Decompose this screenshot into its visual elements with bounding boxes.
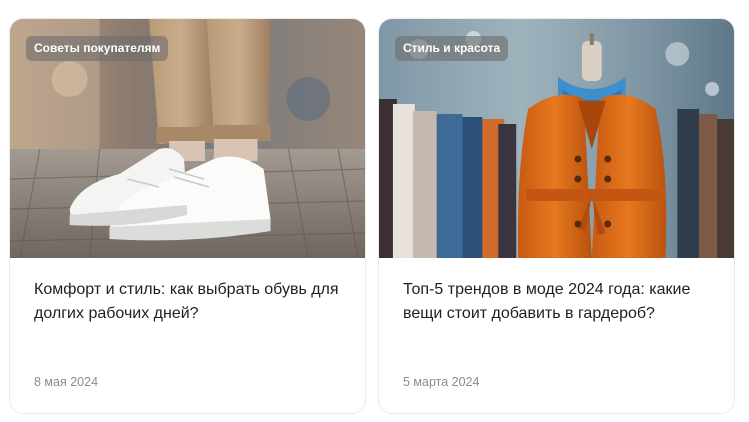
article-date: 5 марта 2024 — [403, 375, 480, 389]
article-image-coat[interactable]: Стиль и красота — [379, 19, 734, 258]
article-image-sneakers[interactable]: Советы покупателям — [10, 19, 365, 258]
article-title[interactable]: Комфорт и стиль: как выбрать обувь для д… — [34, 278, 343, 326]
category-badge: Советы покупателям — [26, 36, 169, 61]
article-cards-list: Советы покупателям Комфорт и стиль: как … — [0, 0, 749, 422]
category-badge: Стиль и красота — [395, 36, 509, 61]
article-card[interactable]: Стиль и красота Топ-5 трендов в моде 202… — [378, 18, 735, 414]
article-date: 8 мая 2024 — [34, 375, 99, 389]
article-title[interactable]: Топ-5 трендов в моде 2024 года: какие ве… — [403, 278, 712, 326]
article-card[interactable]: Советы покупателям Комфорт и стиль: как … — [9, 18, 366, 414]
